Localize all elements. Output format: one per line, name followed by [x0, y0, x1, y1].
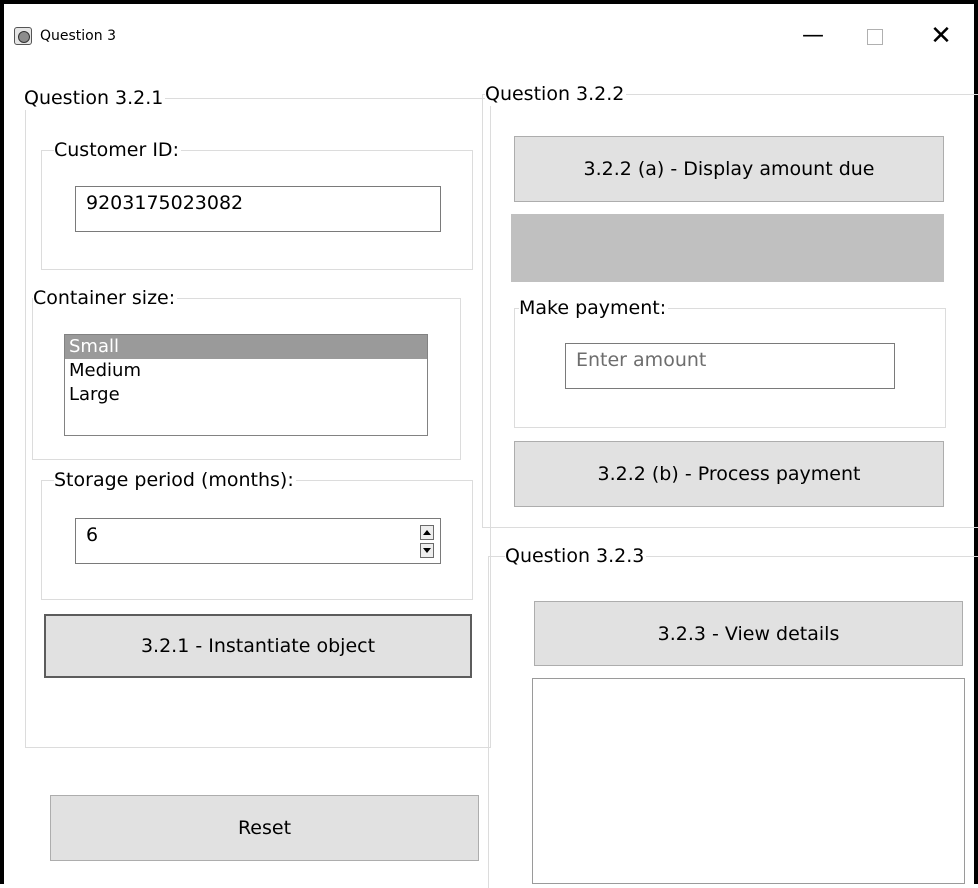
spinner-arrows [420, 525, 436, 561]
container-size-label: Container size: [33, 286, 178, 310]
spin-down-icon[interactable] [420, 543, 434, 558]
title-bar: Question 3 — ✕ [4, 4, 974, 50]
customer-id-label: Customer ID: [54, 138, 181, 162]
amount-due-display [511, 214, 944, 282]
window-title: Question 3 [40, 28, 116, 44]
group-legend: Question 3.2.2 [485, 82, 627, 106]
details-output-area[interactable] [532, 678, 965, 884]
list-item-medium[interactable]: Medium [65, 359, 427, 383]
process-payment-button[interactable]: 3.2.2 (b) - Process payment [514, 441, 944, 507]
list-item-large[interactable]: Large [65, 383, 427, 407]
maximize-icon [867, 28, 883, 45]
payment-amount-input[interactable]: Enter amount [565, 343, 895, 389]
customer-id-input[interactable]: 9203175023082 [75, 186, 441, 232]
view-details-button[interactable]: 3.2.3 - View details [534, 601, 963, 666]
list-item-small[interactable]: Small [65, 335, 427, 359]
maximize-button[interactable] [852, 22, 898, 50]
storage-period-spinner[interactable]: 6 [75, 518, 441, 564]
display-amount-due-button[interactable]: 3.2.2 (a) - Display amount due [514, 136, 944, 202]
group-legend: Question 3.2.3 [505, 544, 647, 568]
app-icon [14, 27, 32, 45]
minimize-button[interactable]: — [790, 22, 836, 50]
storage-period-label: Storage period (months): [54, 468, 296, 492]
spin-up-icon[interactable] [420, 525, 434, 540]
app-window: Question 3 — ✕ Question 3.2.1 Customer I… [0, 0, 978, 888]
reset-button[interactable]: Reset [50, 795, 479, 861]
close-button[interactable]: ✕ [918, 22, 964, 50]
storage-period-value: 6 [86, 524, 99, 546]
container-size-listbox[interactable]: Small Medium Large [64, 334, 428, 436]
group-legend: Question 3.2.1 [24, 86, 166, 110]
make-payment-label: Make payment: [519, 296, 669, 320]
instantiate-object-button[interactable]: 3.2.1 - Instantiate object [44, 614, 472, 678]
